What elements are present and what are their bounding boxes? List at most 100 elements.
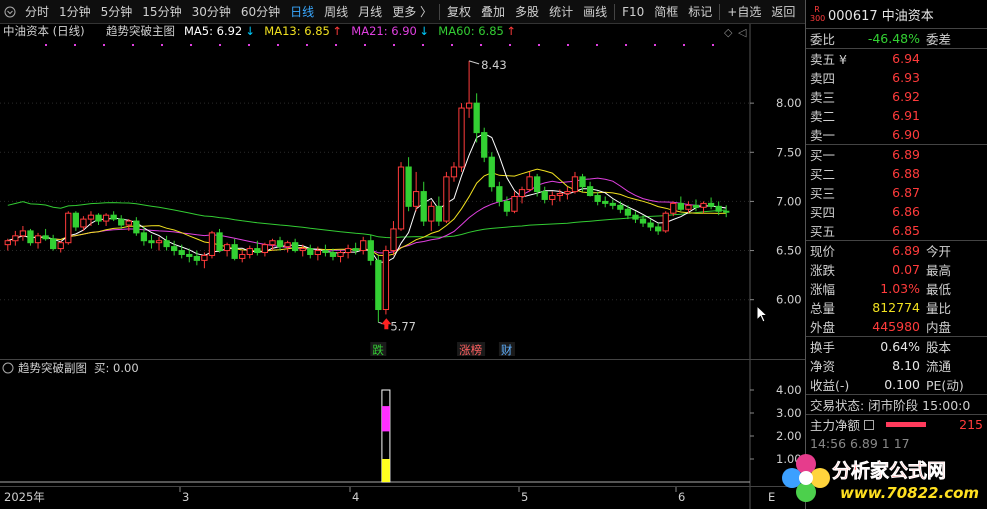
candle[interactable]: [541, 186, 548, 204]
candle[interactable]: [670, 201, 677, 217]
toolbar-button-15[interactable]: F10: [617, 0, 649, 24]
bid-1-row[interactable]: 买二 6.88: [806, 164, 987, 183]
candle[interactable]: [34, 232, 42, 249]
toolbar-button-19[interactable]: 返回: [766, 0, 800, 24]
candle[interactable]: [102, 213, 110, 226]
candle[interactable]: [95, 213, 102, 225]
ask-4-row[interactable]: 卖一 6.90: [806, 125, 987, 144]
candle[interactable]: [284, 240, 291, 253]
stat-0-row[interactable]: 换手 0.64% 股本: [806, 337, 987, 356]
ask-2-row[interactable]: 卖三 6.92: [806, 87, 987, 106]
sub-chevron-icon[interactable]: [2, 362, 14, 374]
candle[interactable]: [208, 230, 216, 259]
candle[interactable]: [375, 255, 382, 323]
candle[interactable]: [367, 234, 374, 266]
candle[interactable]: [707, 197, 715, 210]
candle[interactable]: [564, 186, 571, 200]
table-icon[interactable]: [864, 419, 875, 430]
candle[interactable]: [276, 236, 284, 251]
chevron-down-icon[interactable]: [4, 6, 16, 18]
ask-3-row[interactable]: 卖二 6.91: [806, 106, 987, 125]
candle[interactable]: [344, 244, 352, 259]
event-label-0[interactable]: 跌: [372, 343, 384, 357]
candle[interactable]: [450, 162, 458, 182]
candle[interactable]: [307, 244, 314, 259]
candle[interactable]: [677, 196, 684, 212]
candle[interactable]: [602, 196, 609, 208]
candle[interactable]: [632, 211, 639, 224]
toolbar-button-7[interactable]: 周线: [319, 0, 353, 24]
toolbar-button-1[interactable]: 1分钟: [54, 0, 96, 24]
candle[interactable]: [118, 215, 125, 229]
candle[interactable]: [231, 238, 238, 261]
candle[interactable]: [42, 228, 49, 241]
main-chart-svg[interactable]: 8.00 7.50 7.00 6.50 6.00 中油资本 (日线) 趋势突破主图 MA…: [0, 24, 805, 359]
candle[interactable]: [692, 199, 700, 212]
candle[interactable]: [617, 201, 624, 214]
toolbar-button-13[interactable]: 统计: [544, 0, 578, 24]
candle[interactable]: [382, 245, 390, 315]
candle[interactable]: [397, 162, 405, 231]
candle[interactable]: [87, 211, 95, 226]
ask-1-row[interactable]: 卖四 6.93: [806, 68, 987, 87]
candle[interactable]: [488, 152, 495, 192]
candle[interactable]: [594, 191, 601, 206]
candle[interactable]: [443, 171, 450, 224]
quote-2-row[interactable]: 涨幅 1.03% 最低: [806, 279, 987, 298]
bid-4-row[interactable]: 买五 6.85: [806, 221, 987, 240]
candle[interactable]: [65, 211, 72, 245]
candle[interactable]: [662, 211, 669, 233]
candle[interactable]: [72, 211, 79, 231]
toolbar-button-2[interactable]: 5分钟: [96, 0, 138, 24]
diamond-icon[interactable]: ◇: [724, 26, 733, 39]
candle[interactable]: [360, 236, 367, 255]
candle[interactable]: [292, 238, 299, 253]
candle[interactable]: [586, 181, 594, 197]
event-label-1[interactable]: 涨榜: [459, 343, 482, 357]
event-label-2[interactable]: 财: [501, 343, 513, 357]
candle[interactable]: [133, 217, 140, 236]
toolbar-button-9[interactable]: 更多 〉: [387, 0, 437, 24]
sub-chart-svg[interactable]: 4.003.002.001.00 趋势突破副图 买: 0.00: [0, 360, 805, 487]
candle[interactable]: [223, 242, 231, 257]
candle[interactable]: [322, 244, 329, 257]
toolbar-button-3[interactable]: 15分钟: [137, 0, 186, 24]
candle[interactable]: [428, 201, 435, 231]
triangle-left-icon[interactable]: ◁: [738, 26, 747, 39]
toolbar-button-10[interactable]: 复权: [442, 0, 476, 24]
candle[interactable]: [413, 171, 420, 212]
bid-0-row[interactable]: 买一 6.89: [806, 145, 987, 164]
candle[interactable]: [110, 211, 117, 222]
candle[interactable]: [27, 228, 34, 246]
candle[interactable]: [390, 221, 397, 256]
candle[interactable]: [337, 250, 344, 263]
candle[interactable]: [4, 238, 11, 251]
toolbar-button-8[interactable]: 月线: [353, 0, 387, 24]
stat-2-row[interactable]: 收益(-) 0.100 PE(动): [806, 375, 987, 394]
ask-0-row[interactable]: 卖五 ¥ 6.94: [806, 49, 987, 68]
quote-4-row[interactable]: 外盘 445980 内盘: [806, 317, 987, 336]
candle[interactable]: [261, 242, 269, 257]
quote-3-row[interactable]: 总量 812774 量比: [806, 298, 987, 317]
candle[interactable]: [57, 240, 64, 253]
candle[interactable]: [246, 245, 253, 259]
stock-name[interactable]: 000617 中油资本: [828, 5, 934, 24]
candle[interactable]: [19, 225, 27, 241]
candle[interactable]: [239, 250, 246, 263]
candle[interactable]: [148, 234, 155, 249]
candle[interactable]: [511, 191, 518, 214]
candle[interactable]: [352, 242, 359, 255]
candle[interactable]: [647, 219, 654, 231]
candle[interactable]: [50, 234, 57, 251]
toolbar-button-6[interactable]: 日线: [285, 0, 319, 24]
candle[interactable]: [163, 235, 170, 251]
candle[interactable]: [420, 181, 427, 226]
candle[interactable]: [549, 191, 556, 206]
toolbar-button-17[interactable]: 标记: [683, 0, 717, 24]
candle[interactable]: [518, 186, 526, 204]
candle[interactable]: [405, 157, 412, 212]
bid-3-row[interactable]: 买四 6.86: [806, 202, 987, 221]
toolbar-button-16[interactable]: 简框: [649, 0, 683, 24]
toolbar-button-14[interactable]: 画线: [578, 0, 612, 24]
stat-1-row[interactable]: 净资 8.10 流通: [806, 356, 987, 375]
